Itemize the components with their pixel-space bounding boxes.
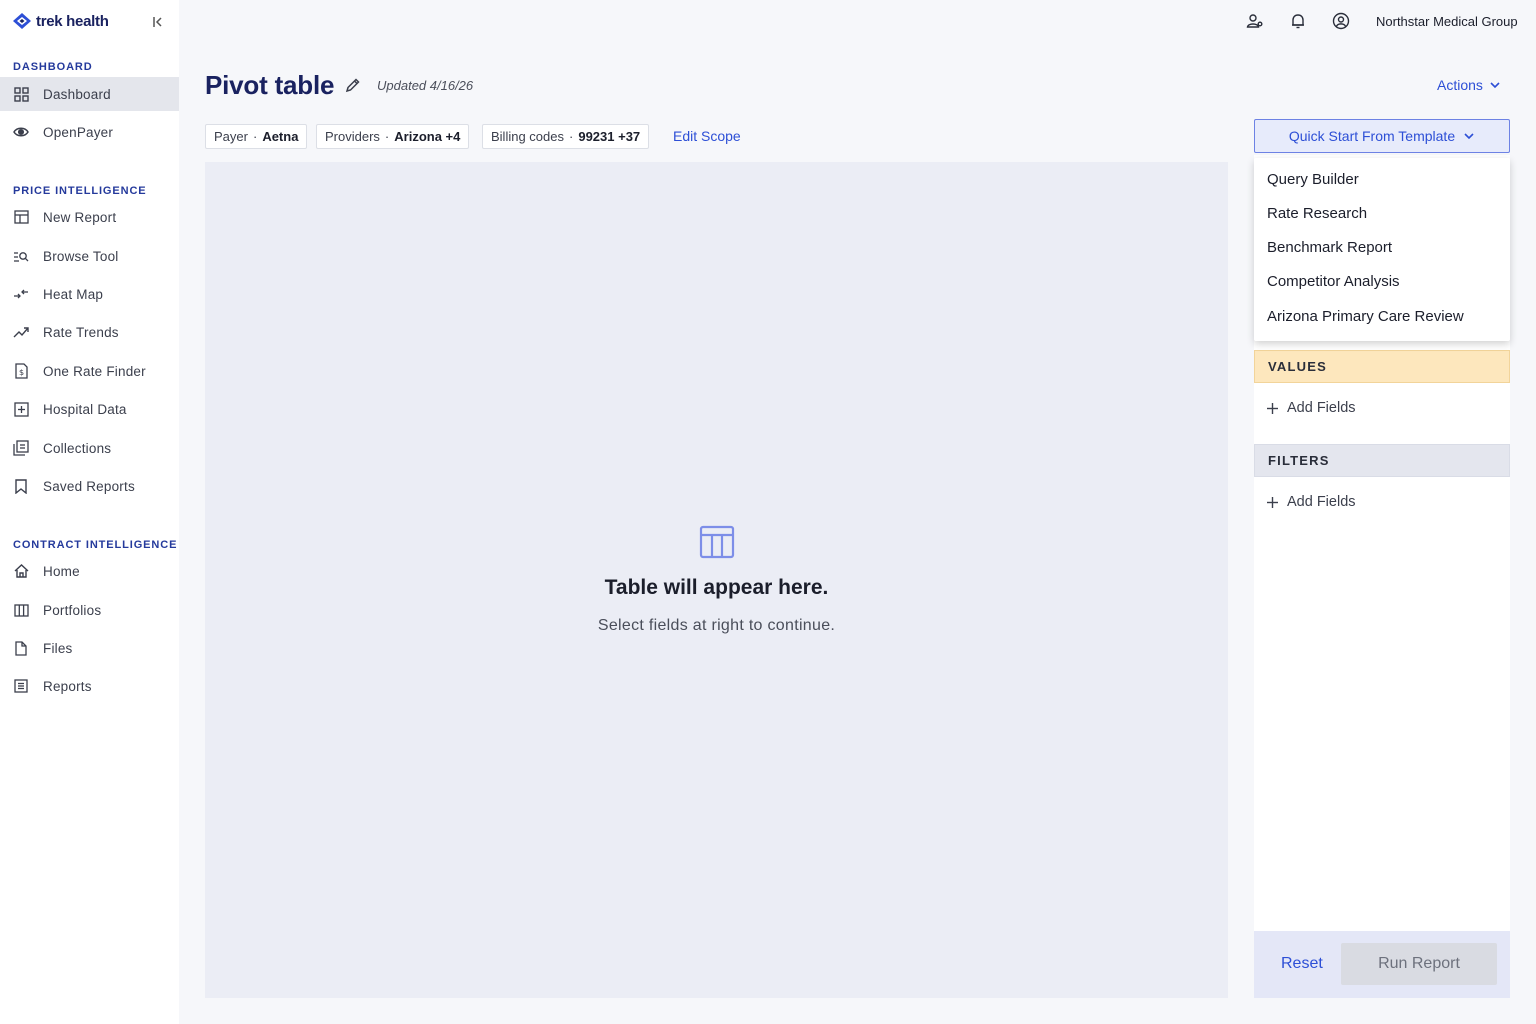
section-label-contract-intelligence: CONTRACT INTELLIGENCE: [13, 539, 178, 551]
sidebar-item-label: Reports: [43, 678, 92, 694]
chip-value: Arizona +4: [394, 129, 461, 144]
menu-item-rate-research[interactable]: Rate Research: [1267, 205, 1367, 222]
plus-icon: [1267, 402, 1278, 414]
sidebar-item-one-rate-finder[interactable]: $ One Rate Finder: [0, 354, 179, 388]
edit-scope-link[interactable]: Edit Scope: [673, 128, 741, 144]
empty-state-title: Table will appear here.: [604, 576, 829, 599]
add-fields-label: Add Fields: [1287, 400, 1356, 416]
chip-value: 99231 +37: [578, 129, 641, 144]
chip-label: Billing codes: [491, 129, 564, 144]
user-settings-icon[interactable]: [1246, 12, 1264, 30]
chip-value: Aetna: [262, 129, 299, 144]
values-section-header: VALUES: [1254, 350, 1510, 383]
sidebar-item-label: New Report: [43, 209, 117, 225]
sidebar-item-label: Files: [43, 640, 73, 656]
sidebar-item-label: Hospital Data: [43, 401, 127, 417]
browse-icon: [13, 248, 29, 264]
sidebar-item-label: Portfolios: [43, 602, 102, 618]
table-placeholder-icon: [699, 525, 735, 559]
sidebar-item-hospital-data[interactable]: Hospital Data: [0, 392, 179, 426]
reset-button[interactable]: Reset: [1281, 955, 1323, 973]
sidebar-item-label: Browse Tool: [43, 248, 119, 264]
template-dropdown-menu: Query Builder Rate Research Benchmark Re…: [1254, 158, 1510, 341]
sidebar-item-dashboard[interactable]: Dashboard: [0, 77, 179, 111]
sidebar-item-heat-map[interactable]: Heat Map: [0, 277, 179, 311]
filters-section-header: FILTERS: [1254, 444, 1510, 477]
chip-label: Payer: [214, 129, 248, 144]
run-report-button[interactable]: Run Report: [1341, 943, 1497, 985]
chip-label: Providers: [325, 129, 380, 144]
plus-icon: [1267, 496, 1278, 508]
hospital-icon: [13, 401, 29, 417]
sidebar-item-home[interactable]: Home: [0, 554, 179, 588]
columns-icon: [13, 602, 29, 618]
file-icon: [13, 640, 29, 656]
document-dollar-icon: $: [13, 363, 29, 379]
sidebar-item-collections[interactable]: Collections: [0, 431, 179, 465]
scope-chip-payer[interactable]: Payer · Aetna: [205, 124, 308, 149]
menu-item-benchmark-report[interactable]: Benchmark Report: [1267, 239, 1392, 256]
add-fields-label: Add Fields: [1287, 494, 1356, 510]
empty-state-subtitle: Select fields at right to continue.: [597, 617, 836, 634]
sidebar-item-reports[interactable]: Reports: [0, 669, 179, 703]
sidebar-item-label: Rate Trends: [43, 324, 119, 340]
sidebar-item-label: Dashboard: [43, 86, 111, 102]
add-values-fields-button[interactable]: Add Fields: [1266, 400, 1356, 416]
collections-icon: [13, 440, 29, 456]
eye-icon: [13, 124, 29, 140]
add-filter-fields-button[interactable]: Add Fields: [1266, 494, 1356, 510]
section-label-price-intelligence: PRICE INTELLIGENCE: [13, 185, 147, 197]
chip-separator: ·: [384, 129, 390, 144]
page-title: Pivot table: [205, 70, 335, 100]
scope-chip-billing-codes[interactable]: Billing codes · 99231 +37: [482, 124, 650, 149]
chevron-down-icon: [1464, 133, 1474, 140]
logo-text: trek health: [36, 12, 109, 30]
menu-item-arizona-primary-care-review[interactable]: Arizona Primary Care Review: [1267, 308, 1464, 325]
sidebar-item-label: OpenPayer: [43, 124, 114, 140]
updated-timestamp: Updated 4/16/26: [377, 78, 474, 93]
chip-separator: ·: [252, 129, 258, 144]
menu-item-competitor-analysis[interactable]: Competitor Analysis: [1267, 273, 1400, 290]
sidebar-item-openpayer[interactable]: OpenPayer: [0, 115, 179, 149]
sidebar-item-portfolios[interactable]: Portfolios: [0, 593, 179, 627]
trek-logo-icon: [13, 13, 31, 29]
chip-separator: ·: [569, 129, 574, 144]
svg-text:$: $: [19, 368, 24, 377]
scope-chip-providers[interactable]: Providers · Arizona +4: [316, 124, 470, 149]
quick-start-template-button[interactable]: Quick Start From Template: [1254, 119, 1510, 153]
menu-item-query-builder[interactable]: Query Builder: [1267, 171, 1359, 188]
sidebar-item-saved-reports[interactable]: Saved Reports: [0, 469, 179, 503]
sidebar-item-browse-tool[interactable]: Browse Tool: [0, 239, 179, 273]
sidebar-item-label: Collections: [43, 440, 112, 456]
section-label-dashboard: DASHBOARD: [13, 61, 93, 73]
account-icon[interactable]: [1332, 12, 1350, 30]
chevron-down-icon: [1490, 82, 1500, 89]
report-icon: [13, 678, 29, 694]
grid-icon: [13, 86, 29, 102]
template-button-label: Quick Start From Template: [1288, 128, 1456, 144]
sidebar-item-new-report[interactable]: New Report: [0, 200, 179, 234]
pencil-icon[interactable]: [345, 77, 361, 93]
logo[interactable]: trek health: [12, 12, 109, 30]
sidebar-item-label: Home: [43, 563, 80, 579]
sidebar-item-rate-trends[interactable]: Rate Trends: [0, 315, 179, 349]
collapse-sidebar-icon[interactable]: [149, 13, 167, 31]
actions-label: Actions: [1437, 77, 1483, 93]
sidebar-item-label: Saved Reports: [43, 478, 135, 494]
table-icon: [13, 209, 29, 225]
sidebar-item-label: One Rate Finder: [43, 363, 146, 379]
trend-icon: [13, 324, 29, 340]
org-name[interactable]: Northstar Medical Group: [1376, 14, 1518, 29]
bell-icon[interactable]: [1289, 12, 1307, 30]
actions-dropdown[interactable]: Actions: [1437, 77, 1501, 93]
sidebar-item-files[interactable]: Files: [0, 631, 179, 665]
home-icon: [13, 563, 29, 579]
arrows-icon: [13, 286, 29, 302]
sidebar: trek health DASHBOARD Dashboard OpenPaye…: [0, 0, 179, 1024]
bookmark-icon: [13, 478, 29, 494]
sidebar-item-label: Heat Map: [43, 286, 104, 302]
